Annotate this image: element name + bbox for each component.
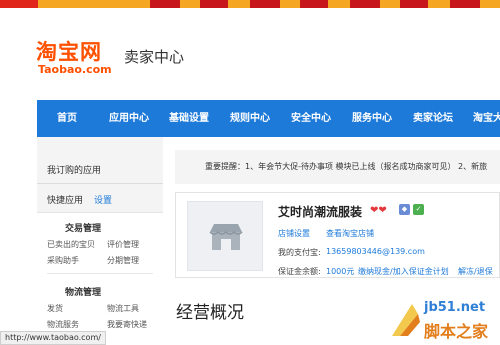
certified-seller-icon[interactable]: ✓ (413, 204, 424, 215)
shop-name[interactable]: 艾时尚潮流服装 (278, 203, 362, 220)
sidebar-item-ship[interactable]: 发货 (47, 303, 63, 314)
nav-item-service-center[interactable]: 服务中心 (352, 100, 392, 137)
deposit-pay-link[interactable]: 缴纳现金/加入保证金计划 (358, 266, 449, 277)
notice-text[interactable]: 重要提醒：1、年会节大促-待办事项 模块已上线（报名成功商家可见） 2、新旅 (205, 161, 487, 172)
sidebar-quick-apps-label: 快捷应用 (47, 196, 84, 206)
notice-bar: 重要提醒：1、年会节大促-待办事项 模块已上线（报名成功商家可见） 2、新旅 (175, 150, 500, 184)
sidebar-item-sold-items[interactable]: 已卖出的宝贝 (47, 239, 95, 250)
credit-hearts-icon: ❤❤ (370, 205, 387, 216)
quick-apps-settings-link[interactable]: 设置 (94, 193, 112, 206)
taobao-logo[interactable]: 淘宝网 Taobao.com (36, 36, 120, 82)
banner-glyph (300, 0, 328, 8)
seller-center-page: 淘宝网 Taobao.com 卖家中心 首页 应用中心 基础设置 规则中心 安全… (0, 0, 500, 345)
sidebar-divider (47, 273, 153, 274)
banner-glyph (350, 0, 380, 8)
sidebar-item-send-express[interactable]: 我要寄快递 (107, 319, 147, 330)
shop-settings-link[interactable]: 店铺设置 (278, 228, 310, 239)
nav-item-security-center[interactable]: 安全中心 (291, 100, 331, 137)
sidebar-divider (37, 183, 163, 184)
banner-glyph (150, 0, 180, 8)
banner-glyph (200, 0, 228, 8)
nav-item-basic-settings[interactable]: 基础设置 (169, 100, 209, 137)
banner-glyph (250, 0, 280, 8)
nav-item-taobao-more[interactable]: 淘宝大 (473, 100, 500, 137)
sidebar-app-list: 交易管理 已卖出的宝贝 评价管理 采购助手 分期管理 物流管理 发货 物流工具 … (37, 212, 163, 345)
business-overview-title: 经营概况 (176, 303, 244, 323)
deposit-refund-link[interactable]: 解冻/退保 (458, 266, 493, 277)
sidebar-item-installments[interactable]: 分期管理 (107, 255, 139, 266)
consumer-protection-icon[interactable]: ◆ (399, 204, 410, 215)
shop-info-card: 艾时尚潮流服装 ❤❤ ◆ ✓ 店铺设置 查看淘宝店铺 我的支付宝: 136598… (175, 192, 500, 278)
alipay-label: 我的支付宝: (278, 248, 321, 257)
watermark-url: jb51.net (424, 300, 486, 315)
main-nav: 首页 应用中心 基础设置 规则中心 安全中心 服务中心 卖家论坛 淘宝大 (37, 100, 500, 137)
sidebar: 我订购的应用 快捷应用 设置 交易管理 已卖出的宝贝 评价管理 采购助手 分期管… (37, 137, 163, 345)
banner-glyph (450, 0, 480, 8)
trade-management-title: 交易管理 (65, 224, 102, 234)
logo-text-en: Taobao.com (38, 63, 112, 76)
watermark-logo-icon (392, 304, 420, 336)
banner-glyph (400, 0, 428, 8)
nav-item-app-center[interactable]: 应用中心 (109, 100, 149, 137)
logo-text-cn: 淘宝网 (36, 40, 102, 64)
shop-avatar[interactable] (187, 201, 263, 271)
sidebar-item-logistics-service[interactable]: 物流服务 (47, 319, 79, 330)
nav-item-home[interactable]: 首页 (57, 100, 77, 137)
logistics-management-title: 物流管理 (65, 288, 102, 298)
deposit-balance[interactable]: 1000元 (326, 266, 354, 277)
sidebar-item-reviews[interactable]: 评价管理 (107, 239, 139, 250)
sidebar-my-apps[interactable]: 我订购的应用 (47, 163, 101, 176)
status-bar-url: http://www.taobao.com/ (0, 331, 106, 345)
deposit-label: 保证金余额: (278, 267, 321, 276)
nav-item-rules-center[interactable]: 规则中心 (230, 100, 270, 137)
page-title: 卖家中心 (124, 48, 185, 66)
storefront-icon (209, 224, 243, 250)
sidebar-item-logistics-tools[interactable]: 物流工具 (107, 303, 139, 314)
alipay-account[interactable]: 13659803446@139.com (326, 247, 425, 256)
watermark-text: 脚本之家 (424, 322, 489, 341)
banner-left-block (0, 0, 38, 8)
watermark: jb51.net 脚本之家 (388, 296, 500, 345)
promo-banner[interactable] (0, 0, 500, 8)
header: 淘宝网 Taobao.com 卖家中心 (0, 8, 500, 100)
nav-item-seller-forum[interactable]: 卖家论坛 (413, 100, 453, 137)
view-shop-link[interactable]: 查看淘宝店铺 (326, 228, 374, 239)
sidebar-item-purchase-assistant[interactable]: 采购助手 (47, 255, 79, 266)
